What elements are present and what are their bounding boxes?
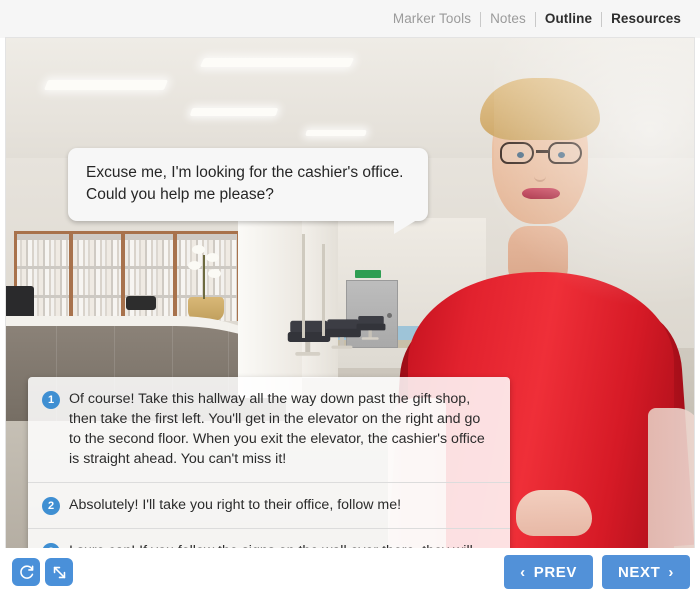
tab-notes[interactable]: Notes: [481, 10, 535, 28]
answer-option-text: Absolutely! I'll take you right to their…: [69, 497, 402, 513]
chevron-right-icon: ›: [668, 563, 674, 581]
fullscreen-button[interactable]: [45, 558, 73, 586]
replay-button[interactable]: [12, 558, 40, 586]
chair: [356, 315, 386, 340]
tab-resources[interactable]: Resources: [602, 10, 690, 28]
next-button[interactable]: NEXT ›: [601, 555, 690, 589]
speech-bubble-tail: [394, 218, 420, 234]
handrail-post: [302, 234, 305, 338]
tab-outline[interactable]: Outline: [536, 10, 601, 28]
answer-number-badge: 1: [42, 391, 60, 409]
answer-number-badge: 2: [42, 497, 60, 515]
top-tab-bar: Marker Tools Notes Outline Resources: [0, 0, 700, 38]
answer-options-panel: 1 Of course! Take this hallway all the w…: [28, 377, 510, 548]
ceiling-light: [43, 80, 169, 90]
hair-fringe: [480, 78, 600, 140]
desk-object: [126, 296, 156, 310]
nose: [534, 164, 546, 182]
slide-stage: Excuse me, I'm looking for the cashier's…: [6, 38, 694, 548]
course-player: Marker Tools Notes Outline Resources Exc…: [0, 0, 700, 600]
speech-bubble: Excuse me, I'm looking for the cashier's…: [68, 148, 428, 234]
chair: [325, 319, 361, 349]
hands: [516, 490, 592, 536]
glasses: [498, 142, 584, 164]
navigation-buttons: ‹ PREV NEXT ›: [504, 555, 690, 589]
answer-option-text: Of course! Take this hallway all the way…: [69, 391, 485, 467]
prev-button[interactable]: ‹ PREV: [504, 555, 593, 589]
answer-option-3[interactable]: 3 I sure can! If you follow the signs on…: [28, 528, 510, 548]
player-controls-bar: ‹ PREV NEXT ›: [0, 548, 700, 600]
chevron-left-icon: ‹: [520, 563, 526, 581]
speech-bubble-text: Excuse me, I'm looking for the cashier's…: [86, 164, 404, 203]
ceiling-light: [305, 130, 367, 136]
handrail-post: [322, 244, 325, 336]
answer-option-2[interactable]: 2 Absolutely! I'll take you right to the…: [28, 482, 510, 528]
ceiling-light: [189, 108, 279, 116]
exit-sign: [355, 270, 381, 278]
replay-icon: [18, 564, 35, 581]
arm-right: [648, 408, 694, 548]
answer-number-badge: 3: [42, 543, 60, 548]
answer-option-1[interactable]: 1 Of course! Take this hallway all the w…: [28, 377, 510, 482]
answer-option-text: I sure can! If you follow the signs on t…: [69, 541, 494, 548]
ceiling-light: [199, 58, 355, 67]
lips: [522, 188, 560, 199]
plant: [176, 243, 236, 321]
fullscreen-expand-icon: [51, 564, 68, 581]
tab-marker-tools[interactable]: Marker Tools: [384, 10, 480, 28]
tab-list: Marker Tools Notes Outline Resources: [384, 10, 690, 28]
prev-button-label: PREV: [533, 563, 577, 581]
next-button-label: NEXT: [617, 563, 661, 581]
